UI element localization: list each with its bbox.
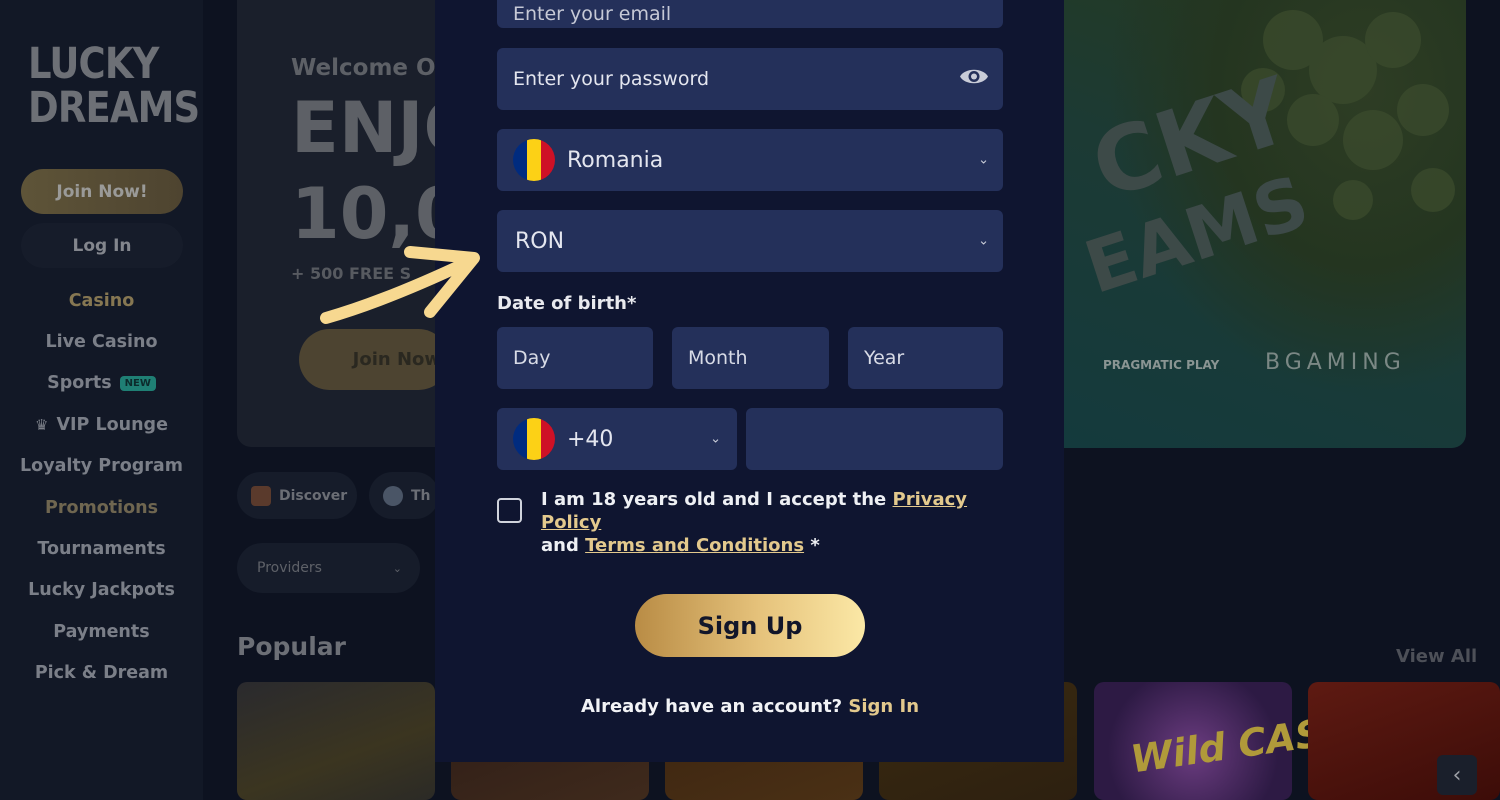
sidebar-item-label: Casino xyxy=(68,290,135,311)
chevron-down-icon: ⌄ xyxy=(710,431,721,447)
dob-day-select[interactable]: Day xyxy=(497,327,653,389)
consent-prefix: I am 18 years old and I accept the xyxy=(541,489,893,510)
romania-flag-icon xyxy=(513,139,555,181)
bgaming-logo: BGAMING xyxy=(1265,350,1406,375)
date-of-birth-label: Date of birth* xyxy=(497,293,637,314)
sidebar-item-label: Live Casino xyxy=(45,332,158,353)
terms-consent-text: I am 18 years old and I accept the Priva… xyxy=(541,488,1001,557)
terms-checkbox[interactable] xyxy=(497,498,522,523)
sign-in-link[interactable]: Sign In xyxy=(848,696,919,717)
sidebar-item-casino[interactable]: Casino xyxy=(0,280,203,321)
sidebar-item-label: Lucky Jackpots xyxy=(28,580,175,601)
romania-flag-icon xyxy=(513,418,555,460)
cards-icon xyxy=(251,485,271,506)
dob-year-placeholder: Year xyxy=(864,347,905,369)
crown-icon: ♛ xyxy=(35,415,49,434)
dob-month-placeholder: Month xyxy=(688,347,748,369)
hero-join-button[interactable]: Join Now xyxy=(299,329,449,390)
sidebar-item-promotions[interactable]: Promotions xyxy=(0,487,203,528)
dob-day-placeholder: Day xyxy=(513,347,551,369)
sidebar-item-loyalty-program[interactable]: Loyalty Program xyxy=(0,446,203,487)
providers-label: Providers xyxy=(257,560,322,576)
filter-label: Discover xyxy=(279,487,348,504)
sidebar-item-label: Pick & Dream xyxy=(34,663,169,684)
sidebar-item-pick-and-dream[interactable]: Pick & Dream xyxy=(0,653,203,694)
filter-th[interactable]: Th xyxy=(369,472,439,519)
logo-line2: DREAMS xyxy=(28,83,200,133)
country-value: Romania xyxy=(567,147,664,173)
hero-welcome: Welcome Of xyxy=(291,55,446,81)
email-placeholder: Enter your email xyxy=(513,3,672,25)
chevron-down-icon: ⌄ xyxy=(978,152,989,168)
currency-value: RON xyxy=(515,228,565,254)
sidebar-item-label: Tournaments xyxy=(37,539,166,560)
sidebar-item-label: Promotions xyxy=(45,497,158,518)
sidebar-item-sports[interactable]: Sports NEW xyxy=(0,363,203,404)
popular-heading: Popular xyxy=(237,632,346,661)
email-field[interactable]: Enter your email xyxy=(497,0,1003,28)
currency-select[interactable]: RON ⌄ xyxy=(497,210,1003,272)
chevron-down-icon: ⌄ xyxy=(392,561,402,575)
sidebar-item-payments[interactable]: Payments xyxy=(0,611,203,652)
game-tile[interactable] xyxy=(237,682,435,800)
logo[interactable]: LUCKY DREAMS xyxy=(28,39,200,133)
pragmatic-play-logo: PRAGMATIC PLAY xyxy=(1103,358,1220,372)
password-placeholder: Enter your password xyxy=(513,68,710,90)
chevron-down-icon: ⌄ xyxy=(978,233,989,249)
sidebar-item-live-casino[interactable]: Live Casino xyxy=(0,321,203,362)
providers-select[interactable]: Providers ⌄ xyxy=(237,543,420,593)
sidebar-join-button[interactable]: Join Now! xyxy=(21,169,183,214)
annotation-arrow-icon xyxy=(320,246,480,324)
terms-link[interactable]: Terms and Conditions xyxy=(585,535,804,556)
dob-month-select[interactable]: Month xyxy=(672,327,829,389)
chip-icon xyxy=(383,485,403,506)
sign-up-button[interactable]: Sign Up xyxy=(635,594,865,657)
filter-discover[interactable]: Discover xyxy=(237,472,357,519)
country-select[interactable]: Romania ⌄ xyxy=(497,129,1003,191)
carousel-prev-button[interactable]: ‹ xyxy=(1437,755,1477,795)
consent-suffix: * xyxy=(804,535,820,556)
sidebar-nav: Casino Live Casino Sports NEW ♛ VIP Lounge… xyxy=(0,280,203,694)
password-field[interactable]: Enter your password xyxy=(497,48,1003,110)
sidebar-item-label: Loyalty Program xyxy=(20,456,183,477)
sidebar-item-label: VIP Lounge xyxy=(56,414,168,435)
dob-year-select[interactable]: Year xyxy=(848,327,1003,389)
already-account-text: Already have an account? xyxy=(580,696,849,717)
sidebar-item-lucky-jackpots[interactable]: Lucky Jackpots xyxy=(0,570,203,611)
show-password-icon[interactable] xyxy=(959,67,989,92)
sidebar-item-tournaments[interactable]: Tournaments xyxy=(0,528,203,569)
view-all-link[interactable]: View All xyxy=(1396,646,1477,667)
phone-number-input[interactable] xyxy=(746,408,1003,470)
consent-and: and xyxy=(541,535,586,556)
phone-code-select[interactable]: +40 ⌄ xyxy=(497,408,737,470)
logo-line1: LUCKY xyxy=(28,39,159,89)
sidebar-item-label: Sports xyxy=(47,373,112,394)
new-badge: NEW xyxy=(119,375,156,391)
sidebar-login-button[interactable]: Log In xyxy=(21,223,183,268)
phone-code-value: +40 xyxy=(567,426,614,452)
sidebar-item-vip-lounge[interactable]: ♛ VIP Lounge xyxy=(0,404,203,445)
filter-label: Th xyxy=(411,487,431,504)
sidebar-item-label: Payments xyxy=(53,621,150,642)
